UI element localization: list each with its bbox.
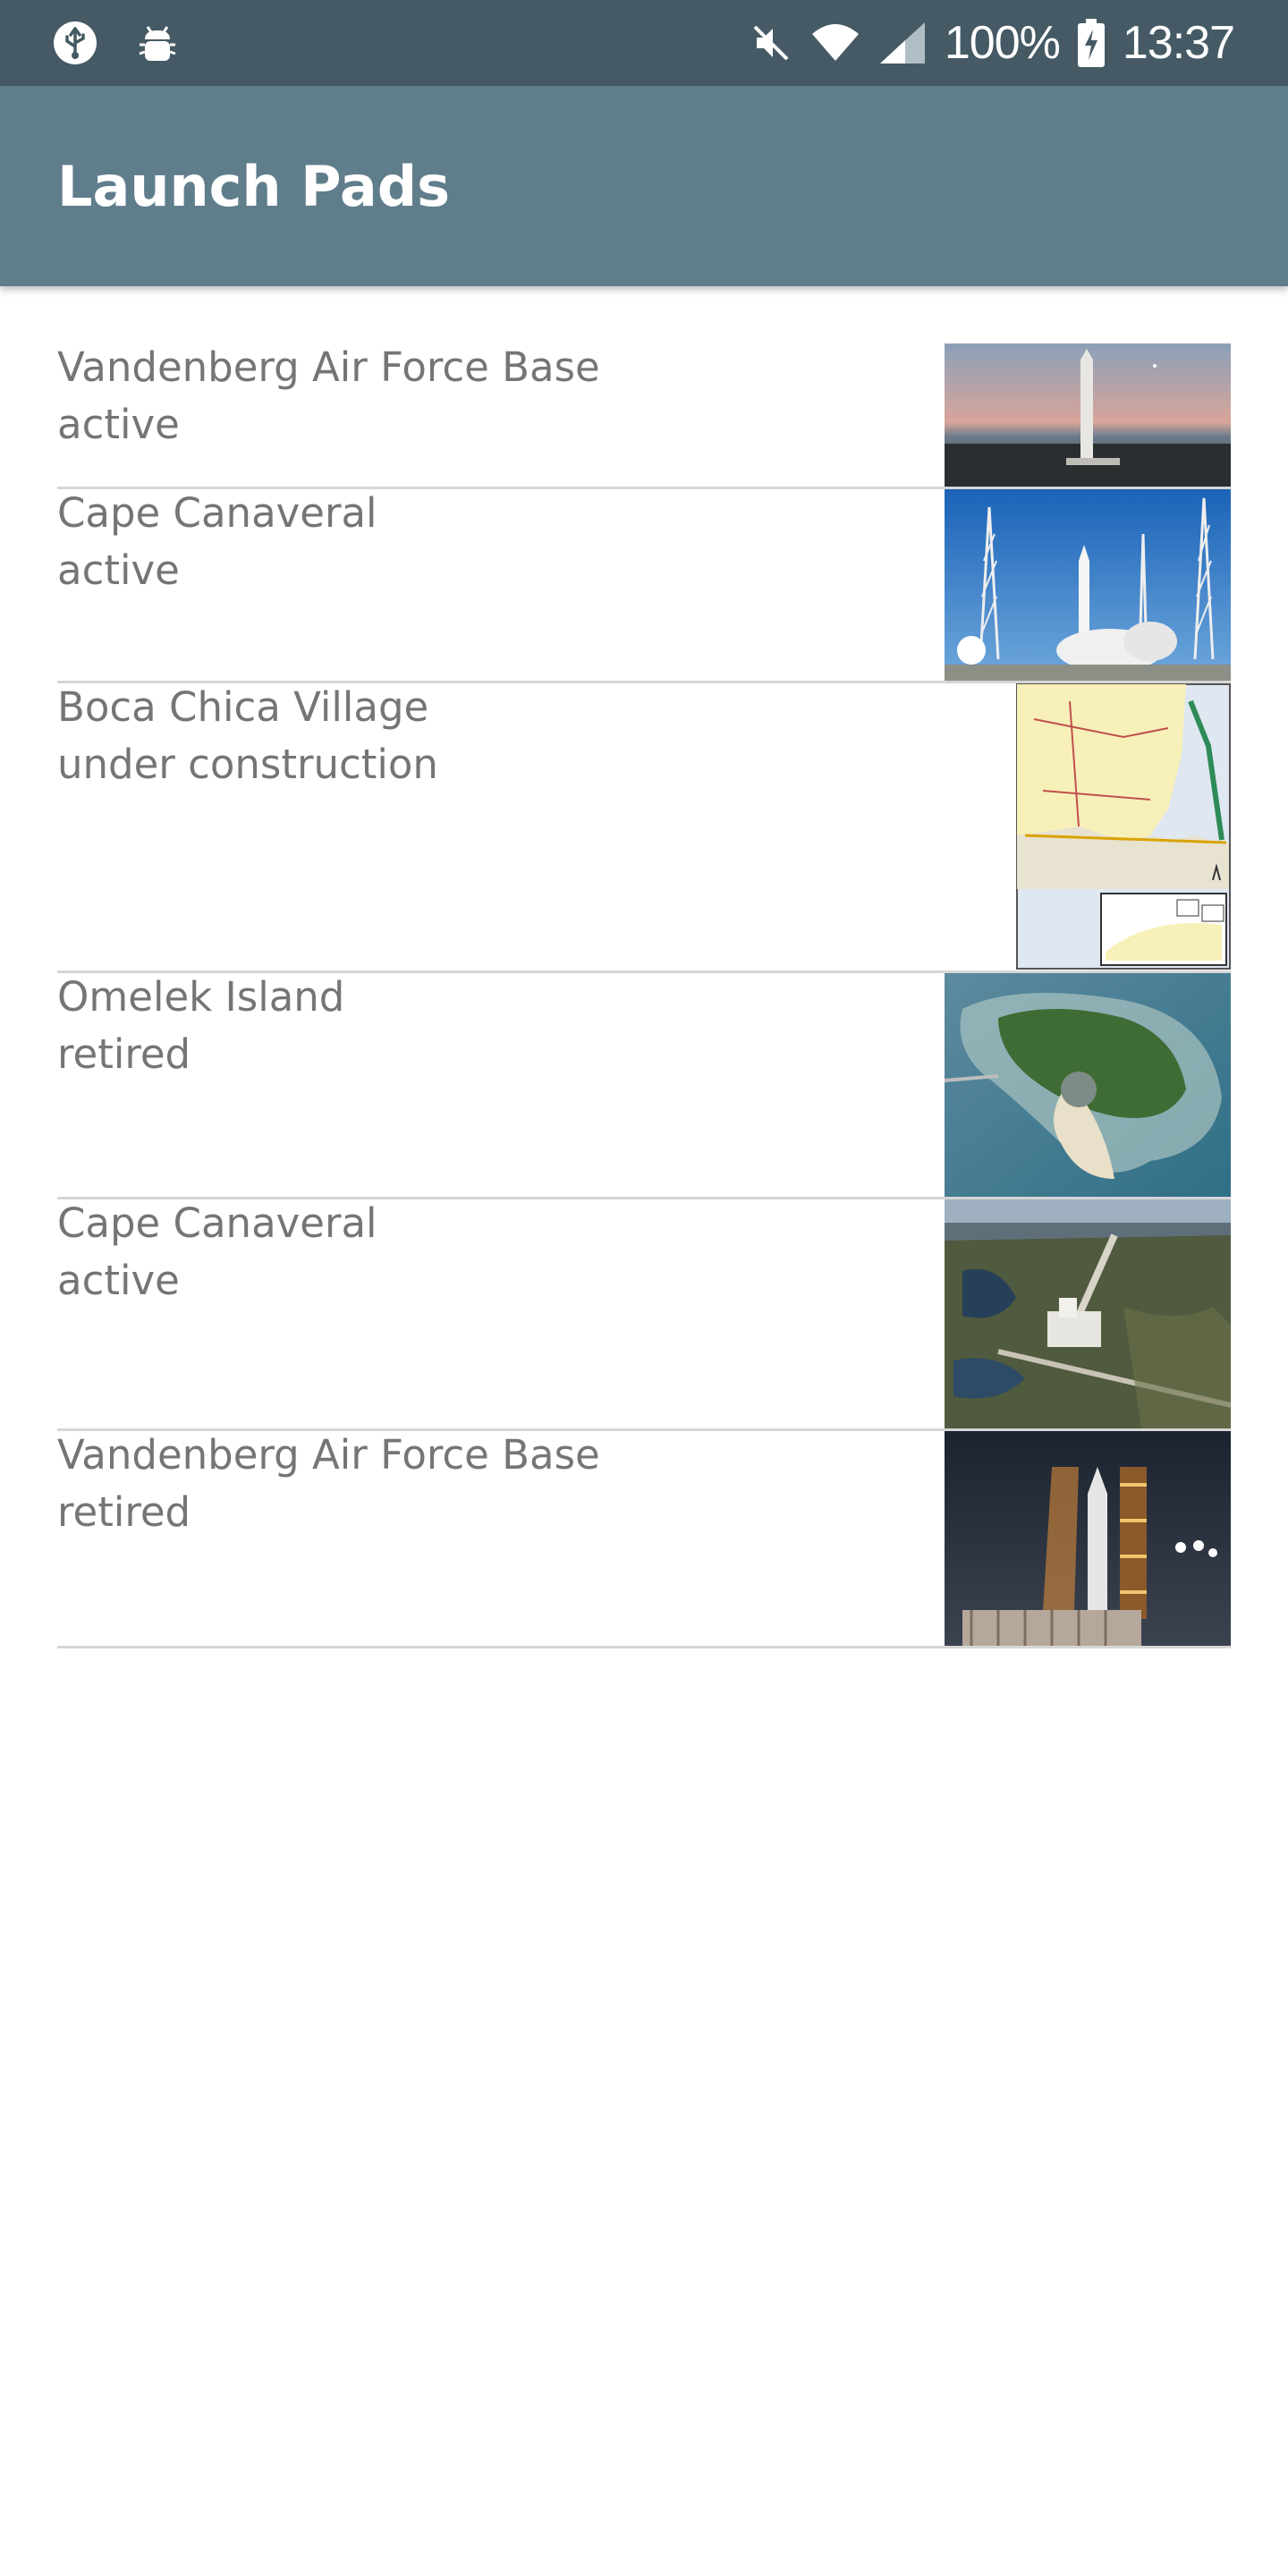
pad-thumbnail-image bbox=[945, 489, 1231, 681]
pad-thumbnail-image bbox=[945, 973, 1231, 1197]
app-bar: Launch Pads bbox=[0, 86, 1288, 286]
pad-name: Vandenberg Air Force Base bbox=[57, 343, 600, 391]
pad-thumbnail-image bbox=[945, 1199, 1231, 1428]
signal-icon bbox=[878, 21, 927, 65]
pad-status: retired bbox=[57, 1488, 191, 1536]
mute-icon bbox=[750, 21, 792, 64]
pad-name: Vandenberg Air Force Base bbox=[57, 1431, 600, 1479]
pad-name: Boca Chica Village bbox=[57, 683, 429, 731]
pad-status: active bbox=[57, 1257, 180, 1304]
list-item[interactable]: Cape Canaveral active bbox=[57, 1199, 1231, 1431]
pad-status: under construction bbox=[57, 741, 438, 788]
battery-percent: 100% bbox=[944, 17, 1061, 69]
list-item[interactable]: Boca Chica Village under construction bbox=[57, 683, 1231, 973]
usb-icon bbox=[52, 20, 98, 66]
android-debug-icon bbox=[134, 20, 181, 66]
pad-thumbnail-image bbox=[945, 343, 1231, 487]
pad-status: active bbox=[57, 401, 180, 448]
page-title: Launch Pads bbox=[57, 153, 450, 219]
list-item[interactable]: Vandenberg Air Force Base retired bbox=[57, 1431, 1231, 1648]
pad-name: Omelek Island bbox=[57, 973, 345, 1021]
pad-thumbnail-image bbox=[1016, 683, 1231, 970]
pad-name: Cape Canaveral bbox=[57, 1199, 377, 1247]
clock: 13:37 bbox=[1122, 17, 1235, 69]
pad-status: retired bbox=[57, 1030, 191, 1078]
status-bar: 100% 13:37 bbox=[0, 0, 1288, 86]
list-item[interactable]: Omelek Island retired bbox=[57, 973, 1231, 1199]
pad-thumbnail-image bbox=[945, 1431, 1231, 1646]
list-item[interactable]: Vandenberg Air Force Base active bbox=[57, 343, 1231, 489]
wifi-icon bbox=[810, 21, 860, 64]
battery-charging-icon bbox=[1077, 19, 1105, 67]
pad-name: Cape Canaveral bbox=[57, 489, 377, 537]
list-item[interactable]: Cape Canaveral active bbox=[57, 489, 1231, 683]
pad-status: active bbox=[57, 547, 180, 594]
